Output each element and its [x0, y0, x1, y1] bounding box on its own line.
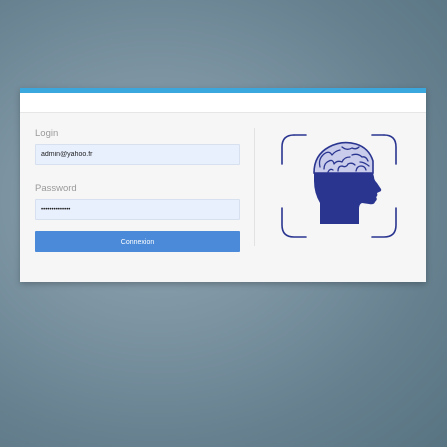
password-label: Password	[35, 183, 77, 194]
vertical-divider	[254, 128, 255, 246]
password-input[interactable]	[35, 199, 240, 220]
brain-head-scan-icon	[281, 134, 397, 238]
login-card: Login Password Connexion	[20, 88, 426, 282]
connexion-button[interactable]: Connexion	[35, 231, 240, 252]
login-form: Login Password Connexion	[35, 128, 240, 252]
card-header	[20, 93, 426, 113]
login-label: Login	[35, 128, 59, 139]
login-input[interactable]	[35, 144, 240, 165]
